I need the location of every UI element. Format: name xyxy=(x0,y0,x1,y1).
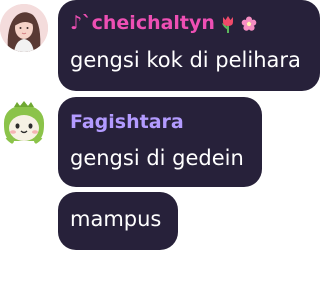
message-bubble[interactable]: Fagishtara gengsi di gedein xyxy=(58,97,262,187)
sender-name[interactable]: ♪`cheichaltyn xyxy=(70,12,257,34)
dino-avatar-icon xyxy=(3,101,45,145)
message-text: mampus xyxy=(70,207,162,231)
girl-avatar-icon xyxy=(0,4,48,52)
tulip-icon xyxy=(221,15,233,33)
message-bubble[interactable]: mampus xyxy=(58,192,178,250)
sender-name-text: ♪`cheichaltyn xyxy=(70,12,215,34)
avatar-fagishtara[interactable] xyxy=(0,99,48,147)
message-text: gengsi kok di pelihara xyxy=(70,48,301,72)
blossom-icon xyxy=(241,16,257,31)
message-text: gengsi di gedein xyxy=(70,146,244,170)
sender-name[interactable]: Fagishtara xyxy=(70,111,184,133)
avatar-cheichaltyn[interactable] xyxy=(0,4,48,52)
message-bubble[interactable]: ♪`cheichaltyn gengsi kok di pelihara xyxy=(58,0,320,91)
